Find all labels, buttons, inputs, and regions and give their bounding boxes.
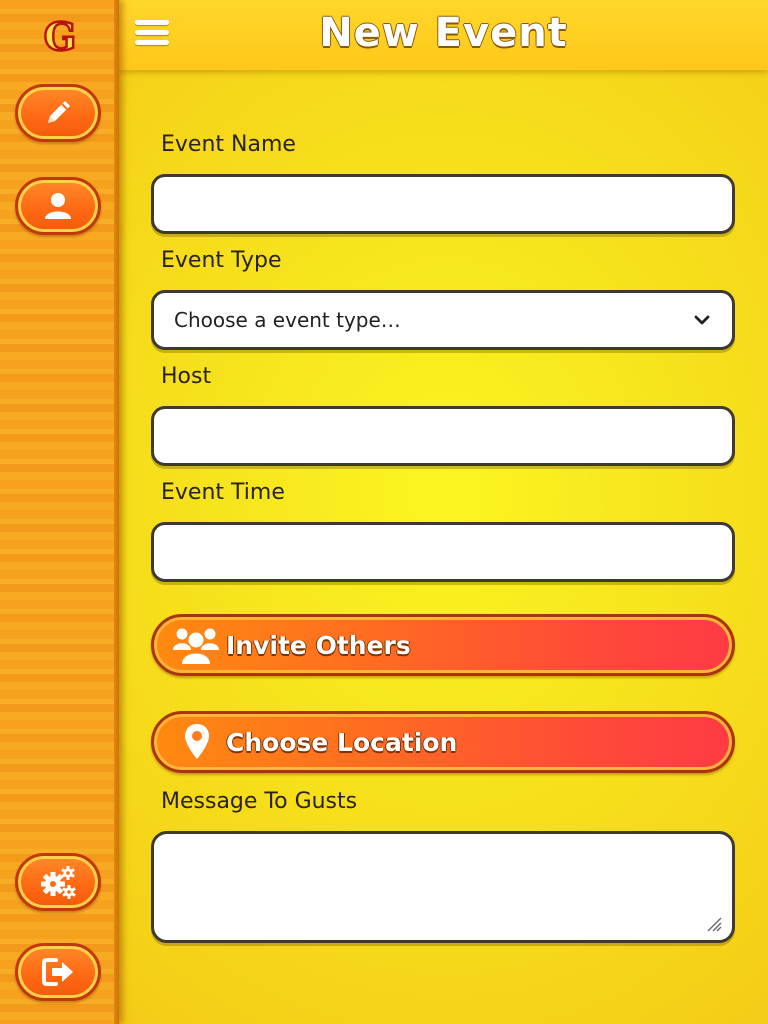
- edit-button[interactable]: [15, 84, 101, 142]
- svg-text:G: G: [44, 16, 76, 56]
- resize-handle-icon[interactable]: [704, 914, 722, 932]
- pencil-icon: [48, 101, 70, 123]
- event-type-select[interactable]: Choose a event type…: [151, 290, 735, 350]
- host-input[interactable]: [151, 406, 735, 466]
- header-bar: New Event: [119, 0, 768, 70]
- choose-location-label: Choose Location: [226, 727, 458, 757]
- event-type-selected-value: Choose a event type…: [174, 308, 401, 332]
- app-logo: G: [43, 16, 77, 56]
- message-textarea[interactable]: [151, 831, 735, 943]
- logout-icon: [42, 958, 73, 986]
- host-label: Host: [161, 364, 212, 389]
- settings-button[interactable]: [15, 853, 101, 911]
- logout-button[interactable]: [15, 943, 101, 1001]
- event-type-label: Event Type: [161, 248, 282, 273]
- profile-button[interactable]: [15, 177, 101, 235]
- event-name-label: Event Name: [161, 132, 296, 157]
- gears-icon: [41, 866, 76, 899]
- choose-location-button[interactable]: Choose Location: [151, 711, 735, 773]
- invite-others-button[interactable]: Invite Others: [151, 614, 735, 676]
- invite-others-label: Invite Others: [226, 630, 411, 660]
- page-title: New Event: [319, 10, 568, 56]
- chevron-down-icon: [694, 315, 710, 325]
- event-time-input[interactable]: [151, 522, 735, 582]
- map-pin-icon: [185, 724, 209, 759]
- event-time-label: Event Time: [161, 480, 285, 505]
- event-name-input[interactable]: [151, 174, 735, 234]
- user-icon: [45, 193, 71, 219]
- message-label: Message To Gusts: [161, 789, 358, 814]
- sidebar: G: [0, 0, 119, 1024]
- group-icon: [173, 628, 219, 664]
